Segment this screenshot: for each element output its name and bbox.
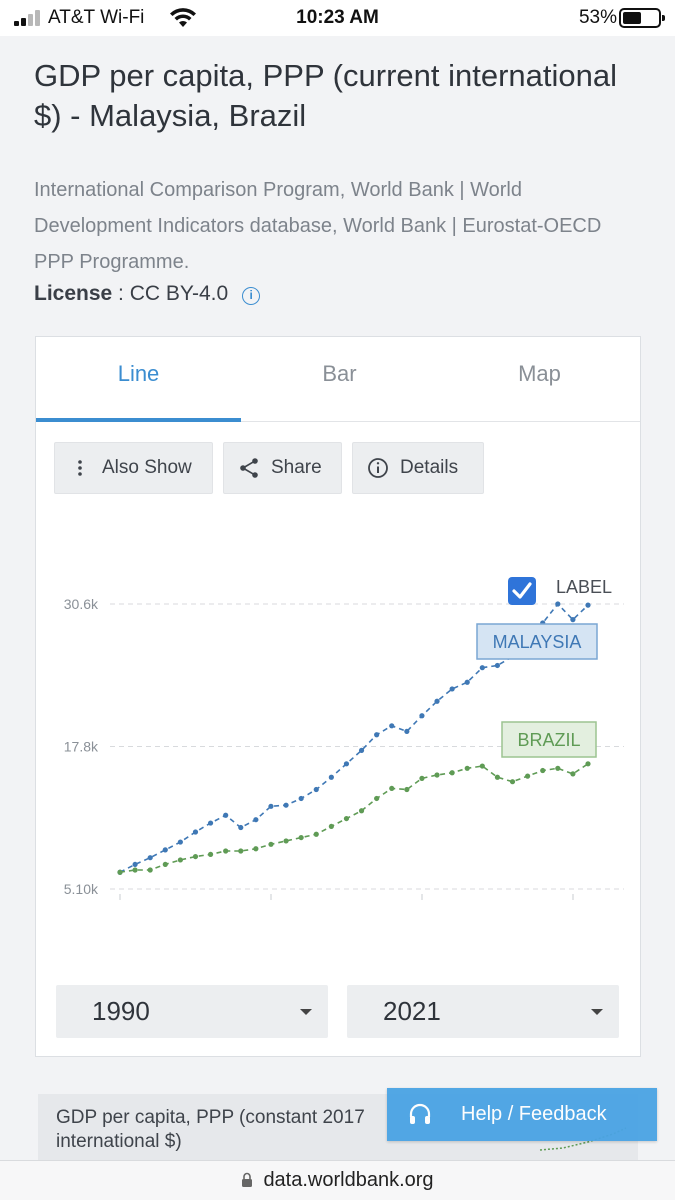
data-point-brazil (207, 851, 214, 857)
data-point-brazil (313, 831, 319, 837)
data-point-malaysia (555, 601, 561, 607)
clock: 10:23 AM (296, 7, 379, 28)
source-text: International Comparison Program, World … (34, 179, 602, 273)
related-indicator-title: GDP per capita, PPP (constant 2017 inter… (56, 1107, 365, 1152)
data-point-brazil (177, 857, 183, 863)
data-point-brazil (540, 767, 546, 774)
series-label-brazil: BRAZIL (517, 730, 580, 750)
series-label-malaysia: MALAYSIA (493, 632, 582, 652)
data-point-brazil (283, 838, 289, 844)
data-point-brazil (555, 765, 561, 771)
help-feedback-label: Help / Feedback (461, 1103, 607, 1125)
data-point-malaysia (494, 662, 501, 669)
chevron-down-icon (300, 1009, 312, 1015)
data-point-brazil (358, 808, 365, 814)
label-toggle[interactable]: LABEL (508, 577, 612, 605)
data-point-brazil (374, 795, 380, 802)
series-line-brazil (119, 763, 589, 874)
data-point-malaysia (570, 617, 576, 623)
data-point-brazil (253, 846, 259, 852)
data-point-brazil (479, 763, 485, 769)
data-point-brazil (404, 786, 410, 793)
license-value: CC BY-4.0 (129, 282, 229, 305)
label-checkbox[interactable] (508, 577, 536, 605)
data-point-malaysia (192, 829, 199, 835)
battery-percentage: 53% (578, 7, 617, 28)
data-point-malaysia (328, 774, 334, 780)
license-line: License : CC BY-4.0 i (34, 282, 261, 306)
data-point-malaysia (177, 839, 183, 845)
data-point-malaysia (434, 698, 440, 704)
info-icon[interactable]: i (242, 287, 261, 305)
end-year-value: 2021 (383, 996, 441, 1026)
data-point-malaysia (464, 679, 470, 685)
chart-card: Line Bar Map Also Show Share Details 30.… (35, 336, 641, 1057)
data-point-brazil (419, 775, 425, 781)
chevron-down-icon (591, 1009, 603, 1015)
headset-icon (409, 1103, 431, 1124)
data-point-brazil (238, 848, 244, 854)
license-label: License (34, 282, 113, 305)
data-point-brazil (434, 772, 440, 778)
start-year-select[interactable]: 1990 (56, 985, 328, 1038)
data-point-brazil (343, 815, 350, 822)
data-point-brazil (298, 834, 304, 841)
data-point-brazil (570, 771, 576, 777)
data-point-brazil (509, 779, 516, 785)
data-point-brazil (585, 761, 591, 767)
start-year-value: 1990 (92, 996, 150, 1026)
data-point-malaysia (207, 820, 214, 826)
status-bar: AT&T Wi-Fi 10:23 AM 53% (0, 0, 675, 36)
data-point-brazil (268, 841, 274, 847)
y-tick-label: 30.6k (64, 596, 99, 612)
data-point-malaysia (223, 812, 229, 818)
data-point-malaysia (238, 824, 244, 831)
data-point-brazil (162, 861, 168, 868)
y-tick-label: 17.8k (64, 739, 99, 755)
data-point-malaysia (253, 817, 259, 823)
browser-url-bar[interactable]: data.worldbank.org (0, 1160, 675, 1200)
label-toggle-text: LABEL (556, 577, 612, 597)
data-point-malaysia (132, 861, 138, 868)
data-point-malaysia (268, 803, 274, 809)
url-text: data.worldbank.org (263, 1169, 434, 1191)
data-point-malaysia (374, 732, 380, 738)
data-point-brazil (464, 765, 470, 771)
data-point-malaysia (298, 795, 304, 802)
data-point-malaysia (313, 786, 319, 793)
data-point-malaysia (585, 602, 591, 608)
data-point-brazil (525, 773, 531, 779)
data-point-brazil (147, 867, 153, 873)
data-point-brazil (132, 867, 138, 873)
data-point-malaysia (404, 728, 410, 735)
data-point-brazil (449, 770, 455, 776)
end-year-select[interactable]: 2021 (347, 985, 619, 1038)
help-feedback-button[interactable]: Help / Feedback (387, 1088, 657, 1141)
data-point-brazil (223, 848, 229, 854)
data-point-malaysia (449, 686, 455, 692)
data-point-malaysia (162, 847, 168, 853)
data-point-brazil (117, 869, 123, 875)
data-point-brazil (494, 774, 501, 780)
data-point-brazil (389, 785, 395, 792)
data-point-malaysia (147, 855, 153, 861)
data-point-malaysia (389, 723, 395, 729)
data-point-brazil (328, 823, 334, 830)
data-point-brazil (192, 853, 199, 860)
page-title: GDP per capita, PPP (current internation… (34, 58, 617, 133)
license-separator: : (112, 282, 130, 305)
data-point-malaysia (419, 713, 425, 719)
battery-icon (619, 8, 665, 28)
lock-icon (241, 1170, 253, 1187)
data-point-malaysia (283, 802, 289, 808)
line-chart: 30.6k 17.8k 5.10k MALAYSIA BRAZIL LABEL (64, 577, 624, 900)
y-tick-label: 5.10k (64, 881, 99, 897)
data-point-malaysia (479, 665, 485, 671)
data-point-malaysia (358, 747, 365, 754)
data-point-malaysia (343, 761, 350, 767)
